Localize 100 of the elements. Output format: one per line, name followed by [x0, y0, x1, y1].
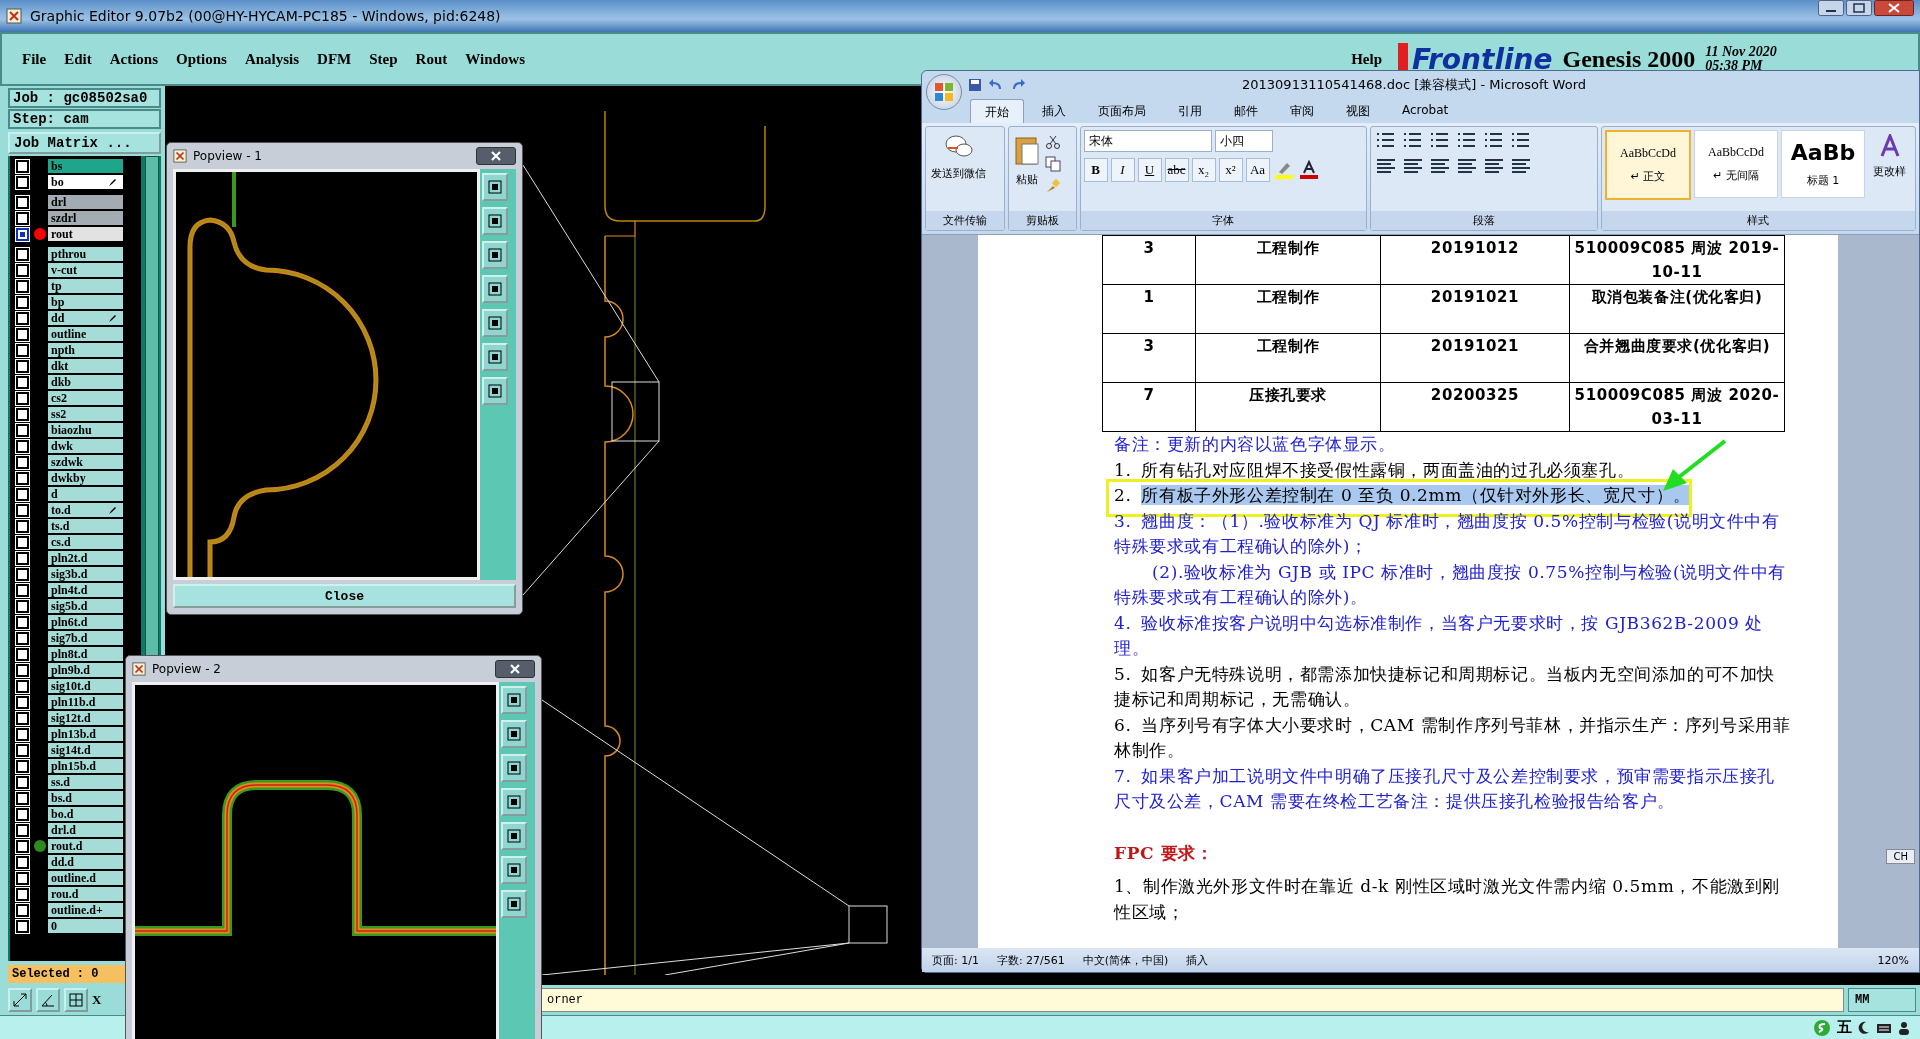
menu-item[interactable]: File [22, 50, 47, 68]
layer-checkbox[interactable] [16, 887, 29, 901]
layer-checkbox[interactable] [16, 695, 29, 709]
menu-item[interactable]: Edit [64, 50, 92, 68]
layer-checkbox[interactable] [16, 727, 29, 741]
layer-checkbox[interactable] [16, 855, 29, 869]
tool-button[interactable] [64, 988, 88, 1012]
layer-checkbox[interactable] [16, 423, 29, 437]
layer-checkbox[interactable] [16, 807, 29, 821]
layer-name[interactable]: bo [48, 175, 123, 189]
layer-checkbox[interactable] [16, 615, 29, 629]
user-icon[interactable] [1898, 1020, 1910, 1035]
view-tool-button[interactable] [501, 822, 527, 850]
format-button[interactable]: U [1137, 158, 1162, 182]
keyboard-icon[interactable] [1876, 1021, 1892, 1034]
layer-name[interactable]: v-cut [48, 263, 123, 277]
layer-checkbox[interactable] [16, 211, 29, 225]
layer-checkbox[interactable] [16, 503, 29, 517]
format-button[interactable]: x² [1218, 158, 1243, 182]
layer-name[interactable]: dwk [48, 439, 123, 453]
layer-name[interactable]: bs [48, 159, 123, 173]
layer-checkbox[interactable] [16, 391, 29, 405]
layer-checkbox[interactable] [16, 227, 29, 241]
view-tool-button[interactable] [501, 856, 527, 884]
view-tool-button[interactable] [501, 754, 527, 782]
layer-name[interactable]: tp [48, 279, 123, 293]
layer-checkbox[interactable] [16, 647, 29, 661]
layer-checkbox[interactable] [16, 599, 29, 613]
layer-name[interactable]: ss.d [48, 775, 123, 789]
ribbon-tab[interactable]: 审阅 [1276, 99, 1328, 123]
format-button[interactable]: B [1083, 158, 1108, 182]
menu-item[interactable]: Windows [465, 50, 525, 68]
layer-checkbox[interactable] [16, 359, 29, 373]
layer-checkbox[interactable] [16, 455, 29, 469]
format-button[interactable]: I [1110, 158, 1135, 182]
view-tool-button[interactable] [482, 173, 508, 201]
layer-name[interactable]: dkb [48, 375, 123, 389]
menu-item[interactable]: Options [176, 50, 227, 68]
layer-name[interactable]: sig7b.d [48, 631, 123, 645]
layer-checkbox[interactable] [16, 679, 29, 693]
layer-name[interactable]: drl [48, 195, 123, 209]
ribbon-tab[interactable]: 页面布局 [1084, 99, 1160, 123]
layer-checkbox[interactable] [16, 343, 29, 357]
layer-checkbox[interactable] [16, 439, 29, 453]
format-button[interactable]: abc [1164, 158, 1189, 182]
layer-name[interactable]: rout.d [48, 839, 123, 853]
tool-button[interactable] [36, 988, 60, 1012]
layer-name[interactable]: pln8t.d [48, 647, 123, 661]
layer-checkbox[interactable] [16, 839, 29, 853]
close-button[interactable] [495, 660, 535, 678]
view-tool-button[interactable] [501, 890, 527, 918]
ribbon-tab[interactable]: 插入 [1028, 99, 1080, 123]
font-color-icon[interactable] [1297, 160, 1320, 180]
layer-checkbox[interactable] [16, 247, 29, 261]
layer-checkbox[interactable] [16, 263, 29, 277]
layer-name[interactable]: to.d [48, 503, 123, 517]
view-tool-button[interactable] [482, 207, 508, 235]
layer-checkbox[interactable] [16, 175, 29, 189]
layer-name[interactable]: rout [48, 227, 123, 241]
copy-icon[interactable] [1044, 156, 1061, 172]
menu-item[interactable]: Step [369, 50, 398, 68]
undo-icon[interactable] [988, 78, 1004, 92]
layer-checkbox[interactable] [16, 159, 29, 173]
menu-item[interactable]: Actions [109, 50, 158, 68]
layer-name[interactable]: biaozhu [48, 423, 123, 437]
layer-name[interactable]: cs2 [48, 391, 123, 405]
view-tool-button[interactable] [482, 343, 508, 371]
layer-name[interactable]: ts.d [48, 519, 123, 533]
layer-name[interactable]: sig10t.d [48, 679, 123, 693]
view-tool-button[interactable] [501, 788, 527, 816]
font-size-field[interactable]: 小四 [1214, 130, 1273, 152]
ribbon-tab[interactable]: 开始 [970, 99, 1024, 123]
layer-name[interactable]: dd [48, 311, 123, 325]
layer-name[interactable]: outline [48, 327, 123, 341]
menu-item[interactable]: DFM [317, 50, 352, 68]
language-bar[interactable]: CH [1886, 849, 1915, 864]
layer-checkbox[interactable] [16, 471, 29, 485]
layer-name[interactable]: bs.d [48, 791, 123, 805]
layer-checkbox[interactable] [16, 279, 29, 293]
layer-checkbox[interactable] [16, 567, 29, 581]
format-button[interactable]: Aa [1245, 158, 1270, 182]
input-mode-text[interactable]: 五 [1837, 1018, 1852, 1037]
layer-name[interactable]: drl.d [48, 823, 123, 837]
send-to-wechat-button[interactable]: 发送到微信 [929, 130, 988, 208]
layer-checkbox[interactable] [16, 551, 29, 565]
layer-name[interactable]: szdrl [48, 211, 123, 225]
layer-checkbox[interactable] [16, 711, 29, 725]
layer-checkbox[interactable] [16, 903, 29, 917]
ribbon-tab[interactable]: 视图 [1332, 99, 1384, 123]
layer-name[interactable]: sig5b.d [48, 599, 123, 613]
layer-name[interactable]: pln15b.d [48, 759, 123, 773]
layer-checkbox[interactable] [16, 327, 29, 341]
layer-name[interactable]: sig3b.d [48, 567, 123, 581]
layer-checkbox[interactable] [16, 823, 29, 837]
layer-name[interactable]: sig14t.d [48, 743, 123, 757]
paste-button[interactable]: 粘贴 [1011, 130, 1042, 208]
close-icon[interactable] [1874, 0, 1914, 16]
view-tool-button[interactable] [482, 377, 508, 405]
ribbon-tab[interactable]: 邮件 [1220, 99, 1272, 123]
layer-name[interactable]: pln13b.d [48, 727, 123, 741]
